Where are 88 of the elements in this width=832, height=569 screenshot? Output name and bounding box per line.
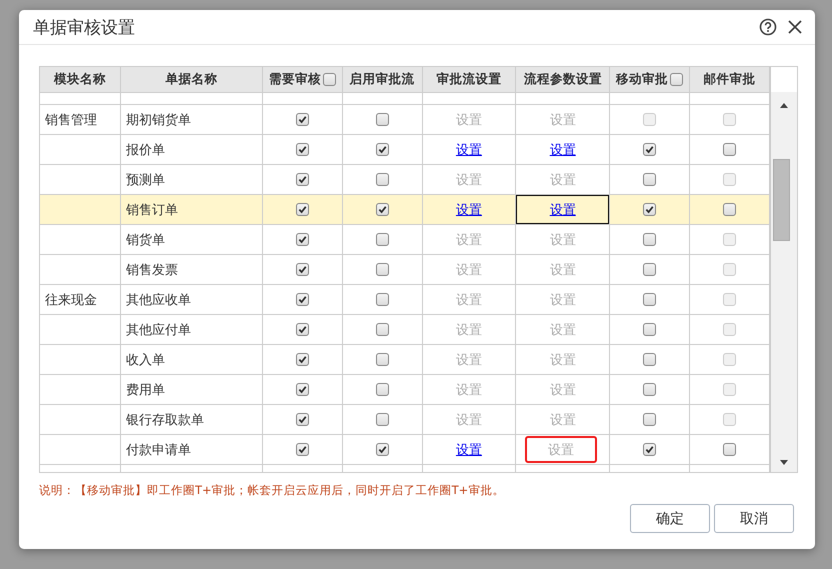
table-row[interactable]: 收入单 设置 设置 (40, 344, 770, 374)
table-cell: 预测单 (126, 172, 165, 188)
checkbox[interactable] (376, 322, 389, 336)
table-cell: 销售管理 (45, 112, 97, 128)
scroll-up-icon[interactable] (780, 103, 788, 108)
checkbox[interactable] (376, 442, 389, 456)
table-row[interactable]: 销售订单 设置 设置 (40, 194, 770, 224)
table-cell: 收入单 (126, 352, 165, 368)
close-icon[interactable] (787, 19, 803, 35)
table-row[interactable]: 付款申请单 设置 设置 (40, 434, 770, 464)
checkbox[interactable] (322, 73, 336, 86)
column-header: 单据名称 (166, 71, 218, 86)
checkbox[interactable] (296, 202, 309, 216)
checkbox[interactable] (376, 112, 389, 126)
checkbox[interactable] (376, 232, 389, 246)
table-row[interactable]: 销售管理 期初销货单 设置 设置 (40, 104, 770, 134)
table-cell: 其他应收单 (126, 292, 191, 308)
settings-link[interactable]: 设置 (456, 442, 482, 458)
table-row[interactable]: 报价单 设置 设置 (40, 134, 770, 164)
table-cell: 销货单 (126, 232, 165, 248)
checkbox[interactable] (296, 442, 309, 456)
table-cell: 期初销货单 (126, 112, 191, 128)
column-header: 邮件审批 (703, 71, 756, 86)
table-row[interactable]: 往来现金 其他应收单 设置 设置 (40, 284, 770, 314)
checkbox[interactable] (643, 322, 656, 336)
checkbox[interactable] (376, 172, 389, 186)
column-header: 审批流设置 (436, 71, 502, 86)
checkbox[interactable] (376, 202, 389, 216)
table-row[interactable]: 其他应付单 设置 设置 (40, 314, 770, 344)
settings-link[interactable]: 设置 (516, 195, 610, 224)
scroll-down-icon[interactable] (780, 460, 788, 465)
checkbox[interactable] (643, 442, 656, 456)
table-cell: 往来现金 (45, 292, 97, 308)
checkbox[interactable] (643, 262, 656, 276)
checkbox[interactable] (643, 292, 656, 306)
column-header: 模块名称 (54, 71, 106, 86)
checkbox[interactable] (296, 292, 309, 306)
table-row[interactable]: 销货单 设置 设置 (40, 224, 770, 254)
checkbox[interactable] (296, 382, 309, 396)
column-header: 移动审批 (616, 71, 668, 88)
settings-link[interactable]: 设置 (550, 142, 576, 158)
table-cell: 报价单 (126, 142, 165, 158)
checkbox[interactable] (376, 292, 389, 306)
checkbox[interactable] (643, 232, 656, 246)
note-text: 说明：【移动审批】即工作圈T+审批；帐套开启云应用后，同时开启了工作圈T+审批。 (39, 483, 506, 498)
table-row[interactable]: 费用单 设置 设置 (40, 374, 770, 404)
checkbox[interactable] (376, 352, 389, 366)
table-cell: 销售订单 (126, 202, 178, 218)
checkbox[interactable] (376, 142, 389, 156)
checkbox[interactable] (376, 412, 389, 426)
table-cell: 其他应付单 (126, 322, 191, 338)
checkbox[interactable] (296, 112, 309, 126)
column-header: 需要审核 (268, 71, 321, 88)
scrollbar-thumb[interactable] (773, 159, 790, 241)
checkbox[interactable] (643, 382, 656, 396)
table-row[interactable]: 银行存取款单 设置 设置 (40, 404, 770, 434)
checkbox[interactable] (643, 172, 656, 186)
scrollbar[interactable] (771, 92, 797, 472)
settings-link[interactable]: 设置 (456, 202, 482, 218)
checkbox[interactable] (296, 322, 309, 336)
column-header: 启用审批流 (350, 71, 415, 86)
table-cell: 费用单 (126, 382, 165, 398)
checkbox[interactable] (643, 202, 656, 216)
dialog-button[interactable]: 取消 (714, 504, 794, 533)
table-cell: 银行存取款单 (126, 412, 204, 428)
checkbox[interactable] (296, 142, 309, 156)
help-icon[interactable] (759, 18, 777, 36)
checkbox[interactable] (296, 352, 309, 366)
checkbox[interactable] (670, 73, 684, 86)
dialog-title: 单据审核设置 (33, 16, 136, 38)
checkbox[interactable] (722, 442, 736, 456)
settings-link[interactable]: 设置 (456, 142, 482, 158)
checkbox[interactable] (643, 352, 656, 366)
dialog-button[interactable]: 确定 (630, 504, 710, 533)
table-cell: 付款申请单 (126, 442, 191, 458)
table-row[interactable]: 销售发票 设置 设置 (40, 254, 770, 284)
checkbox[interactable] (296, 232, 309, 246)
column-header: 流程参数设置 (524, 71, 602, 86)
checkbox[interactable] (376, 382, 389, 396)
checkbox[interactable] (643, 412, 656, 426)
checkbox[interactable] (296, 262, 309, 276)
checkbox[interactable] (376, 262, 389, 276)
checkbox[interactable] (722, 202, 736, 216)
checkbox[interactable] (296, 412, 309, 426)
checkbox[interactable] (296, 172, 309, 186)
checkbox[interactable] (643, 142, 656, 156)
checkbox[interactable] (722, 142, 736, 156)
table-cell: 销售发票 (126, 262, 178, 278)
